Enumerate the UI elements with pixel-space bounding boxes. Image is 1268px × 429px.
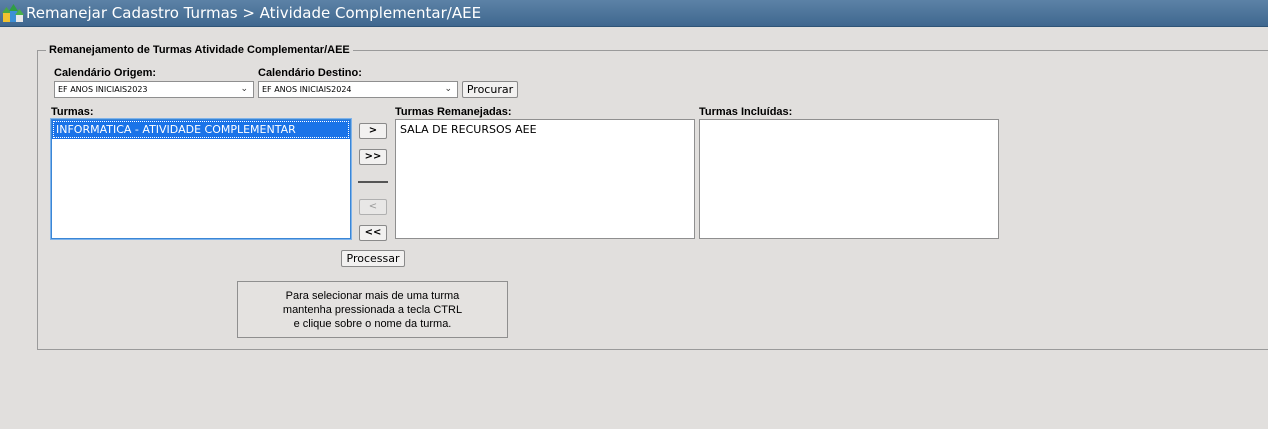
hint-line: mantenha pressionada a tecla CTRL bbox=[282, 304, 463, 316]
origem-label: Calendário Origem: bbox=[54, 67, 157, 79]
turmas-listbox[interactable]: INFORMATICA - ATIVIDADE COMPLEMENTAR bbox=[51, 119, 351, 239]
window-title: Remanejar Cadastro Turmas > Atividade Co… bbox=[26, 4, 482, 22]
move-selected-button[interactable]: > bbox=[359, 123, 387, 139]
window-titlebar: Remanejar Cadastro Turmas > Atividade Co… bbox=[0, 0, 1268, 27]
list-item[interactable]: INFORMATICA - ATIVIDADE COMPLEMENTAR bbox=[52, 120, 350, 139]
remanejadas-label: Turmas Remanejadas: bbox=[395, 106, 512, 118]
move-all-button[interactable]: >> bbox=[359, 149, 387, 165]
procurar-button[interactable]: Procurar bbox=[462, 81, 518, 98]
chevron-down-icon: ⌄ bbox=[240, 84, 248, 94]
chevron-down-icon: ⌄ bbox=[444, 84, 452, 94]
fieldset-legend: Remanejamento de Turmas Atividade Comple… bbox=[49, 44, 350, 56]
remove-selected-button[interactable]: < bbox=[359, 199, 387, 215]
destino-select-value: EF ANOS INICIAIS2024 bbox=[262, 85, 352, 94]
houses-app-icon bbox=[2, 4, 24, 22]
incluidas-listbox[interactable] bbox=[699, 119, 999, 239]
destino-select[interactable]: EF ANOS INICIAIS2024 ⌄ bbox=[258, 81, 458, 98]
destino-label: Calendário Destino: bbox=[258, 67, 362, 79]
remanejadas-listbox[interactable]: SALA DE RECURSOS AEE bbox=[395, 119, 695, 239]
processar-button[interactable]: Processar bbox=[341, 250, 405, 267]
selection-hint-box: Para selecionar mais de uma turma manten… bbox=[237, 281, 508, 338]
transfer-divider bbox=[358, 181, 388, 183]
hint-line: e clique sobre o nome da turma. bbox=[293, 318, 452, 330]
origem-select[interactable]: EF ANOS INICIAIS2023 ⌄ bbox=[54, 81, 254, 98]
remove-all-button[interactable]: << bbox=[359, 225, 387, 241]
hint-line: Para selecionar mais de uma turma bbox=[285, 290, 460, 302]
list-item[interactable]: SALA DE RECURSOS AEE bbox=[396, 120, 694, 139]
turmas-label: Turmas: bbox=[51, 106, 94, 118]
incluidas-label: Turmas Incluídas: bbox=[699, 106, 793, 118]
origem-select-value: EF ANOS INICIAIS2023 bbox=[58, 85, 148, 94]
